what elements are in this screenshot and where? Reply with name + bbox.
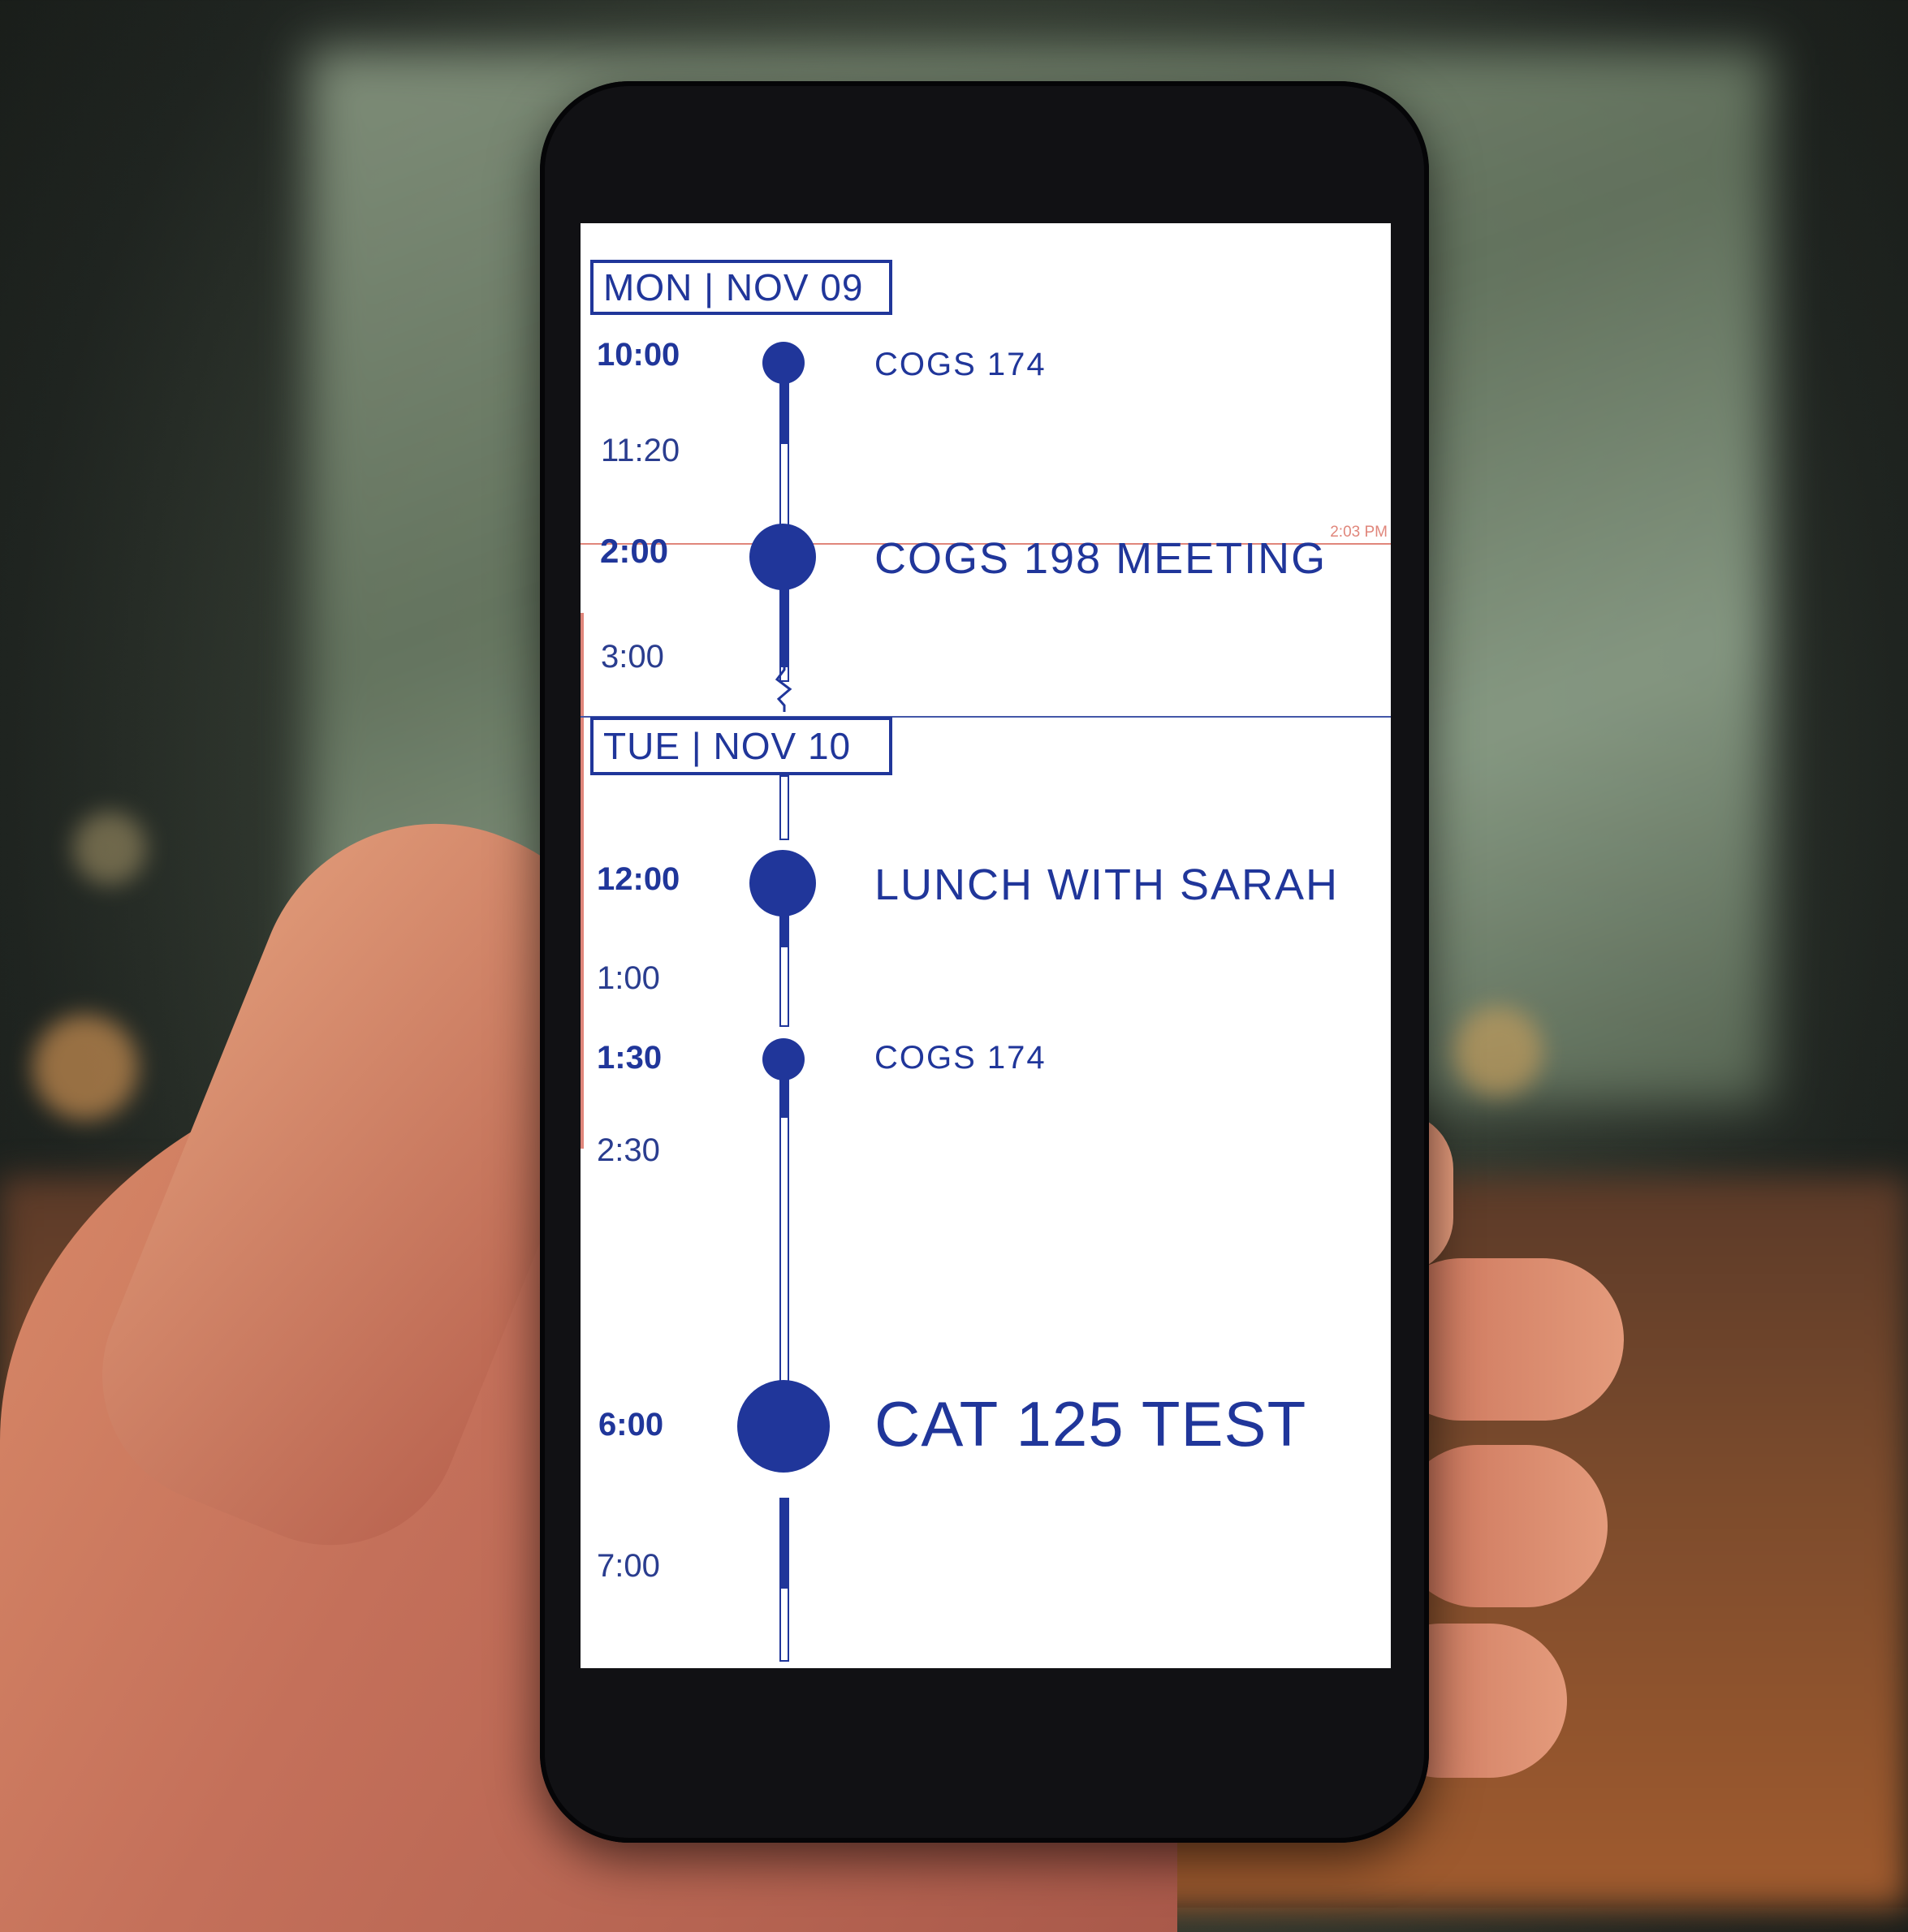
event-end-time: 11:20	[601, 433, 680, 468]
event-title[interactable]: COGS 174	[874, 1040, 1047, 1076]
event-marker[interactable]	[762, 342, 805, 384]
now-range-marker	[581, 613, 584, 1149]
event-marker[interactable]	[762, 1038, 805, 1080]
event-end-time: 1:00	[597, 960, 660, 996]
event-duration-track	[779, 1498, 789, 1587]
event-start-time: 2:00	[600, 532, 669, 570]
event-end-time: 3:00	[601, 639, 664, 675]
day-header[interactable]: TUE | NOV 10	[590, 717, 892, 775]
event-duration-track	[779, 589, 789, 666]
bokeh-light	[73, 812, 146, 885]
event-marker[interactable]	[737, 1380, 830, 1473]
event-start-time: 12:00	[597, 861, 680, 897]
bokeh-light	[32, 1015, 138, 1120]
event-marker[interactable]	[749, 524, 816, 590]
event-end-time: 2:30	[597, 1132, 660, 1168]
event-marker[interactable]	[749, 850, 816, 916]
calendar-screen[interactable]: MON | NOV 09 10:00 11:20 COGS 174 2:03 P…	[581, 223, 1391, 1668]
timeline-gap-track	[779, 1587, 789, 1662]
event-start-time: 10:00	[597, 337, 680, 373]
event-start-time: 6:00	[598, 1407, 664, 1443]
event-title[interactable]: LUNCH WITH SARAH	[874, 860, 1339, 910]
day-header[interactable]: MON | NOV 09	[590, 260, 892, 315]
event-title[interactable]: CAT 125 TEST	[874, 1387, 1306, 1461]
timeline-gap-track	[779, 775, 789, 840]
event-title[interactable]: COGS 198 MEETING	[874, 533, 1327, 584]
event-title[interactable]: COGS 174	[874, 347, 1047, 383]
bokeh-light	[1453, 1007, 1543, 1096]
event-end-time: 7:00	[597, 1548, 660, 1584]
timeline-break-icon	[775, 662, 792, 712]
current-time-label: 2:03 PM	[1330, 524, 1388, 541]
timeline-gap-track	[779, 946, 789, 1027]
event-start-time: 1:30	[597, 1040, 663, 1076]
